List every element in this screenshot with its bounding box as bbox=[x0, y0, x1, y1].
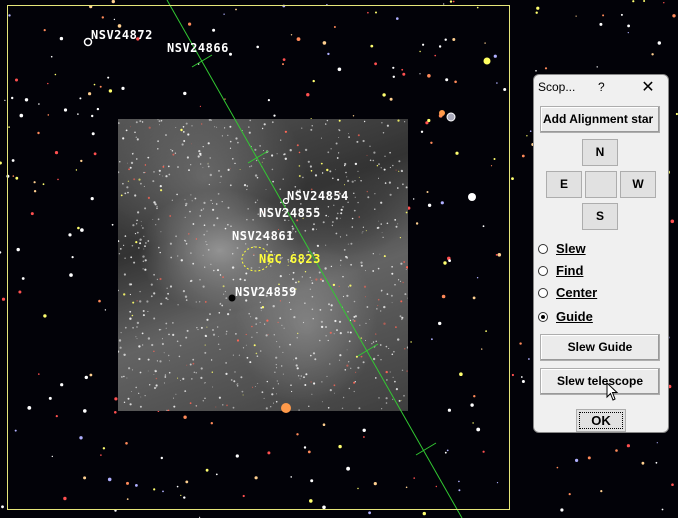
radio-indicator bbox=[538, 312, 548, 322]
dialog-title: Scop... bbox=[538, 80, 576, 94]
slew-telescope-button[interactable]: Slew telescope bbox=[540, 368, 660, 395]
star-label-nsv24859[interactable]: NSV24859 bbox=[235, 285, 297, 299]
mouse-cursor-icon bbox=[606, 382, 619, 401]
star-label-nsv24866[interactable]: NSV24866 bbox=[167, 41, 229, 55]
radio-label: Guide bbox=[556, 309, 593, 324]
slew-guide-button[interactable]: Slew Guide bbox=[540, 334, 660, 361]
star-label-nsv24861[interactable]: NSV24861 bbox=[232, 229, 294, 243]
west-button[interactable]: W bbox=[620, 171, 656, 198]
south-button[interactable]: S bbox=[582, 203, 618, 230]
ok-button[interactable]: OK bbox=[576, 409, 626, 432]
star-label-nsv24855[interactable]: NSV24855 bbox=[259, 206, 321, 220]
north-button[interactable]: N bbox=[582, 139, 618, 166]
radio-indicator bbox=[538, 244, 548, 254]
radio-label: Center bbox=[556, 285, 598, 300]
mode-slew-radio[interactable]: Slew bbox=[538, 241, 658, 259]
stop-button[interactable] bbox=[585, 171, 617, 198]
mode-center-radio[interactable]: Center bbox=[538, 285, 658, 303]
mode-find-radio[interactable]: Find bbox=[538, 263, 658, 281]
east-button[interactable]: E bbox=[546, 171, 582, 198]
star-label-nsv24872[interactable]: NSV24872 bbox=[91, 28, 153, 42]
close-icon[interactable]: ✕ bbox=[638, 77, 658, 96]
add-alignment-star-button[interactable]: Add Alignment star bbox=[540, 106, 660, 133]
radio-indicator bbox=[538, 288, 548, 298]
mode-guide-radio[interactable]: Guide bbox=[538, 309, 658, 327]
radio-label: Slew bbox=[556, 241, 586, 256]
radio-indicator bbox=[538, 266, 548, 276]
help-button[interactable]: ? bbox=[598, 80, 605, 94]
dso-label-ngc6823[interactable]: NGC 6823 bbox=[259, 252, 321, 266]
star-label-nsv24854[interactable]: NSV24854 bbox=[287, 189, 349, 203]
scope-dialog: Scop... ? ✕ Add Alignment star N E W S S… bbox=[533, 74, 669, 433]
radio-label: Find bbox=[556, 263, 584, 278]
